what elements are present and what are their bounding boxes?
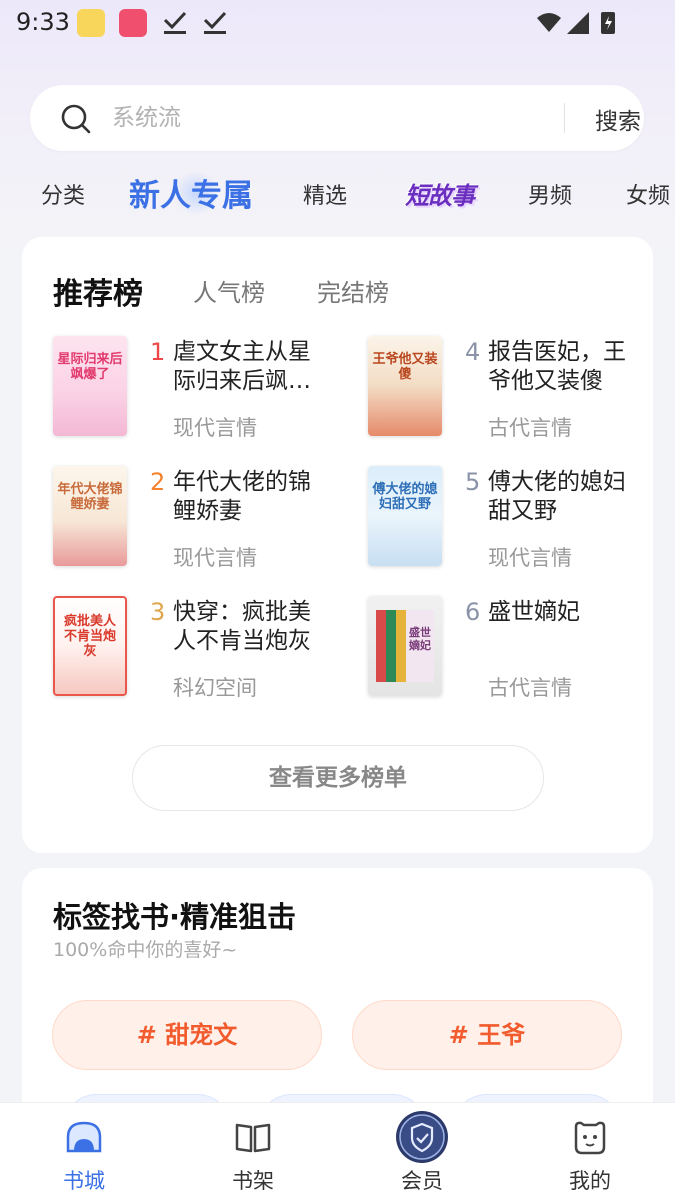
vip-shield-icon [396,1111,448,1163]
book-title: 盛世嫡妃 [488,599,580,625]
book-cover: 星际归来后飒爆了 [53,336,127,436]
bookstore-icon [66,1121,102,1153]
book-item[interactable]: 傅大佬的媳妇甜又野 5 傅大佬的媳妇甜又野 现代言情 [368,466,658,576]
download-done-icon [163,11,187,34]
rank-number: 3 [150,598,166,626]
book-genre: 科幻空间 [173,676,257,700]
book-title: 年代大佬的锦鲤娇妻 [173,469,311,524]
tab-recommend-rank[interactable]: 推荐榜 [53,269,143,313]
nav-vip[interactable]: 会员 [362,1103,482,1200]
book-title: 快穿：疯批美人不肯当炮灰 [173,599,311,654]
bottom-nav: 书城 书架 会员 我的 [0,1102,675,1200]
nav-label: 我的 [569,1169,611,1193]
profile-icon [574,1121,606,1155]
search-bar[interactable]: 搜索 [30,85,644,151]
book-title: 虐文女主从星际归来后飒爆了 [173,339,311,394]
nav-bookshelf[interactable]: 书架 [193,1103,313,1200]
book-cover: 王爷他又装傻 [368,336,442,436]
bookshelf-icon [235,1123,271,1153]
book-item[interactable]: 疯批美人不肯当炮灰 3 快穿：疯批美人不肯当炮灰 科幻空间 [53,596,343,706]
rank-number: 5 [465,468,481,496]
book-cover-title: 王爷他又装傻 [372,352,438,382]
search-divider [564,103,565,133]
book-genre: 现代言情 [173,416,257,440]
rank-number: 2 [150,468,166,496]
book-genre: 现代言情 [173,546,257,570]
nav-bookstore[interactable]: 书城 [24,1103,144,1200]
rank-number: 1 [150,338,166,366]
ranking-card: 推荐榜 人气榜 完结榜 星际归来后飒爆了 1 虐文女主从星际归来后飒爆了 现代言… [22,237,653,853]
book-item[interactable]: 星际归来后飒爆了 1 虐文女主从星际归来后飒爆了 现代言情 [53,336,343,446]
book-cover-title: 疯批美人不肯当炮灰 [63,614,116,659]
status-time: 9:33 [16,8,70,36]
section-subtitle: 100%命中你的喜好~ [53,939,238,961]
tab-new-user[interactable]: 新人专属 [129,170,253,215]
rank-number: 6 [465,598,481,626]
book-cover: 年代大佬锦鲤娇妻 [53,466,127,566]
wifi-signal-battery-icon [537,12,615,34]
tab-category[interactable]: 分类 [41,178,85,210]
book-cover-title: 年代大佬锦鲤娇妻 [57,482,123,512]
tab-short-story[interactable]: 短故事 [405,176,475,211]
book-genre: 古代言情 [488,416,572,440]
app-notification-icon [119,9,147,37]
book-item[interactable]: 王爷他又装傻 4 报告医妃，王爷他又装傻 古代言情 [368,336,658,446]
rank-number: 4 [465,338,481,366]
nav-label: 书城 [63,1169,105,1193]
book-cover: 疯批美人不肯当炮灰 [53,596,127,696]
book-item[interactable]: 盛世嫡妃 6 盛世嫡妃 古代言情 [368,596,658,706]
book-title: 报告医妃，王爷他又装傻 [488,339,626,394]
tab-male[interactable]: 男频 [528,178,572,210]
book-genre: 现代言情 [488,546,572,570]
tag-finder-card: 标签找书·精准狙击 100%命中你的喜好~ # 甜宠文 # 王爷 [22,868,653,1128]
search-button[interactable]: 搜索 [595,102,641,136]
tag-prince[interactable]: # 王爷 [352,1000,622,1070]
book-cover-title: 盛世嫡妃 [409,626,431,652]
book-cover-title: 傅大佬的媳妇甜又野 [372,482,438,512]
tab-female[interactable]: 女频 [626,178,670,210]
app-notification-icon [77,9,105,37]
tab-popular-rank[interactable]: 人气榜 [193,273,265,308]
tab-completed-rank[interactable]: 完结榜 [317,273,389,308]
book-cover-title: 星际归来后飒爆了 [57,352,123,382]
book-cover: 傅大佬的媳妇甜又野 [368,466,442,566]
tag-sweet-romance[interactable]: # 甜宠文 [52,1000,322,1070]
section-title: 标签找书·精准狙击 [53,900,297,934]
book-item[interactable]: 年代大佬锦鲤娇妻 2 年代大佬的锦鲤娇妻 现代言情 [53,466,343,576]
view-more-rankings-button[interactable]: 查看更多榜单 [132,745,544,811]
search-input[interactable] [112,101,512,135]
book-genre: 古代言情 [488,676,572,700]
nav-label: 会员 [401,1169,443,1193]
download-done-icon [203,11,227,34]
status-bar: 9:33 [0,0,675,46]
tab-featured[interactable]: 精选 [303,178,347,210]
nav-label: 书架 [232,1169,274,1193]
book-title: 傅大佬的媳妇甜又野 [488,469,626,524]
book-cover: 盛世嫡妃 [368,596,442,696]
nav-profile[interactable]: 我的 [530,1103,650,1200]
search-icon [61,104,91,134]
